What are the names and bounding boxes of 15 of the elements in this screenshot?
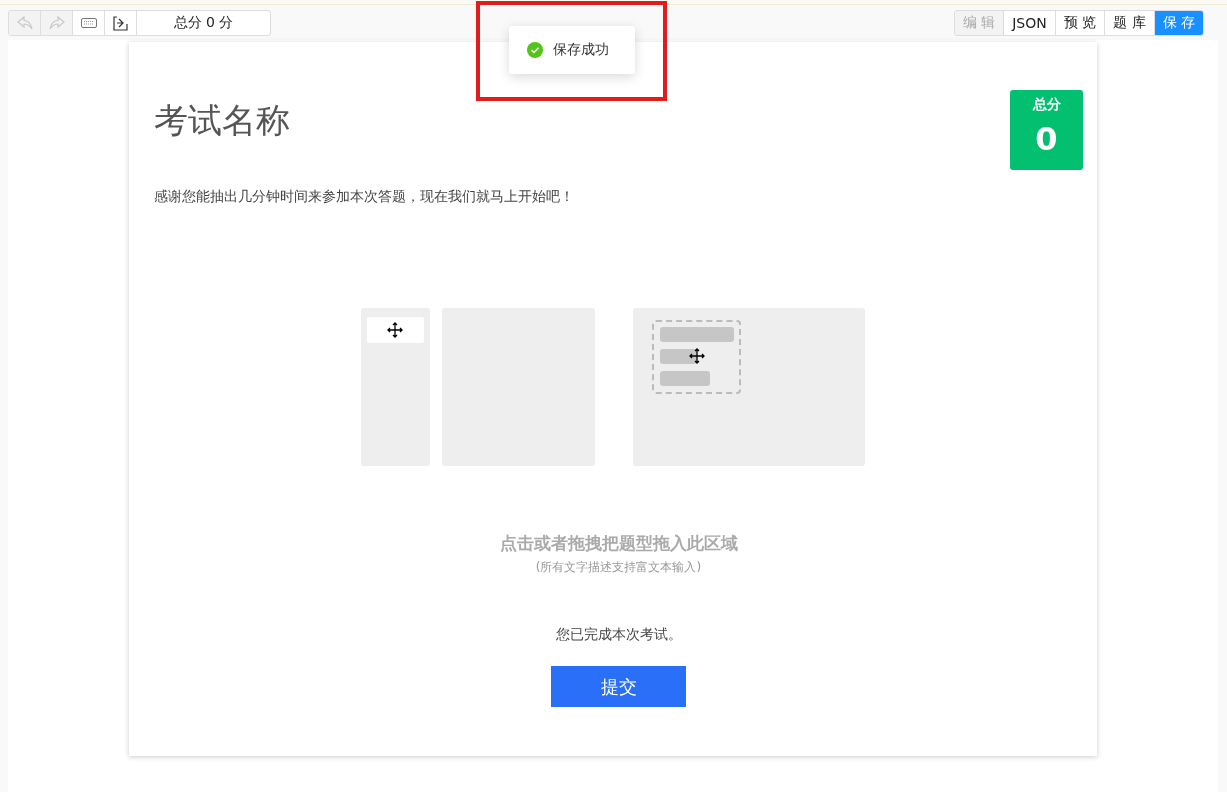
check-icon	[526, 42, 543, 58]
score-value: 0	[1035, 120, 1058, 158]
exam-title[interactable]: 考试名称	[154, 98, 290, 144]
exam-description[interactable]: 感谢您能抽出几分钟时间来参加本次答题，现在我们就马上开始吧！	[154, 188, 574, 206]
score-label: 总分	[1032, 96, 1061, 114]
drop-hint: 点击或者拖拽把题型拖入此区域	[499, 532, 738, 555]
undo-icon	[16, 16, 33, 30]
keyboard-icon	[80, 17, 97, 29]
drop-subhint: (所有文字描述支持富文本输入)	[535, 559, 702, 576]
redo-icon	[48, 16, 65, 30]
submit-button[interactable]: 提交	[551, 666, 686, 707]
completion-message: 您已完成本次考试。	[555, 626, 682, 644]
import-icon	[113, 15, 128, 31]
total-score: 总分 0 分	[172, 13, 235, 32]
toast-message: 保存成功	[552, 41, 609, 59]
